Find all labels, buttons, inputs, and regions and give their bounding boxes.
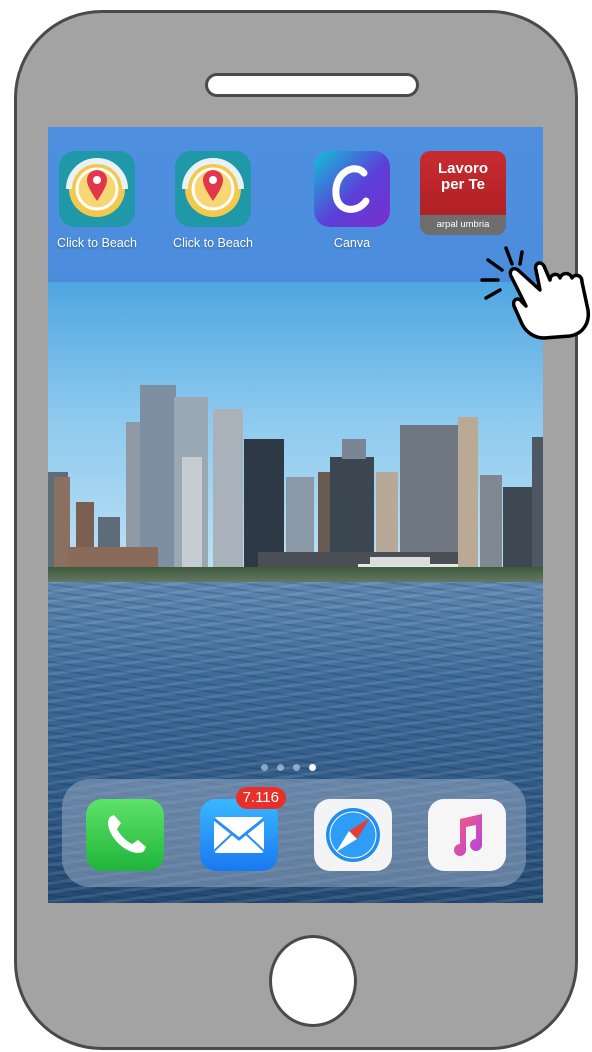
page-dot-active	[309, 764, 316, 771]
app-canva[interactable]: Canva	[307, 151, 397, 250]
mail-icon[interactable]: 7.116	[200, 787, 286, 871]
app-label: Click to Beach	[57, 236, 137, 250]
app-label: Canva	[333, 236, 371, 250]
page-dot	[261, 764, 268, 771]
app-lavoro-per-te[interactable]: Lavoro per Te arpal umbria	[418, 151, 508, 235]
safari-icon[interactable]	[314, 799, 392, 871]
speaker-slot	[205, 73, 419, 97]
click-to-beach-icon	[175, 151, 251, 227]
mail-badge: 7.116	[235, 787, 286, 809]
page-dot	[277, 764, 284, 771]
phone-icon[interactable]	[86, 799, 164, 871]
click-to-beach-icon	[59, 151, 135, 227]
page-dot	[293, 764, 300, 771]
icon-text-line2: per Te	[441, 176, 485, 193]
dock: 7.116	[62, 779, 526, 887]
lavoro-per-te-icon: Lavoro per Te arpal umbria	[420, 151, 506, 235]
home-button[interactable]	[269, 935, 357, 1027]
app-click-to-beach-1[interactable]: Click to Beach	[52, 151, 142, 250]
canva-icon	[314, 151, 390, 227]
icon-text-sub: arpal umbria	[420, 215, 506, 235]
icon-text-line1: Lavoro	[437, 160, 488, 177]
app-click-to-beach-2[interactable]: Click to Beach	[168, 151, 258, 250]
tap-gesture-hand-icon	[480, 246, 591, 340]
app-label: Click to Beach	[173, 236, 253, 250]
phone-screen: Click to Beach Click to Beach Canva Lavo…	[48, 127, 543, 903]
music-icon[interactable]	[428, 799, 506, 871]
page-indicator[interactable]	[261, 764, 316, 771]
